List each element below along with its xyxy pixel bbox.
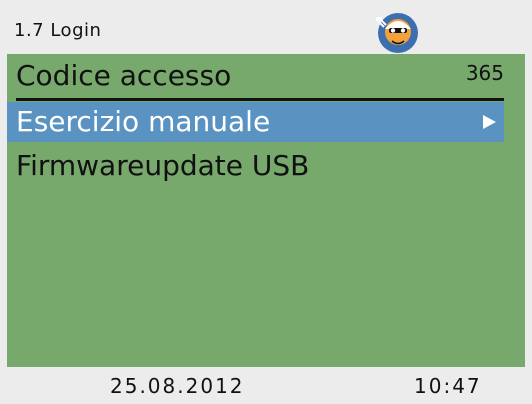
arrow-right-icon bbox=[483, 115, 496, 129]
menu-item-label: Esercizio manuale bbox=[16, 105, 271, 138]
controller-screen: 1.7 Login Codice accesso 365 Esercizio m… bbox=[0, 0, 532, 404]
menu-panel: Codice accesso 365 Esercizio manuale Fir… bbox=[7, 54, 525, 367]
status-bar: 25.08.2012 10:47 bbox=[0, 367, 532, 404]
divider bbox=[16, 98, 504, 101]
page-title: 1.7 Login bbox=[14, 20, 102, 41]
time-display: 10:47 bbox=[414, 374, 482, 398]
menu-item-access-code[interactable]: Codice accesso 365 bbox=[7, 56, 504, 96]
menu-item-label: Firmwareupdate USB bbox=[16, 149, 310, 182]
menu-item-label: Codice accesso bbox=[16, 59, 232, 92]
date-display: 25.08.2012 bbox=[110, 374, 245, 398]
access-code-value: 365 bbox=[465, 61, 504, 85]
technician-icon bbox=[376, 13, 418, 53]
header-bar: 1.7 Login bbox=[0, 0, 532, 54]
menu-item-firmware-update[interactable]: Firmwareupdate USB bbox=[7, 146, 504, 186]
menu-item-manual-operation[interactable]: Esercizio manuale bbox=[7, 102, 504, 142]
